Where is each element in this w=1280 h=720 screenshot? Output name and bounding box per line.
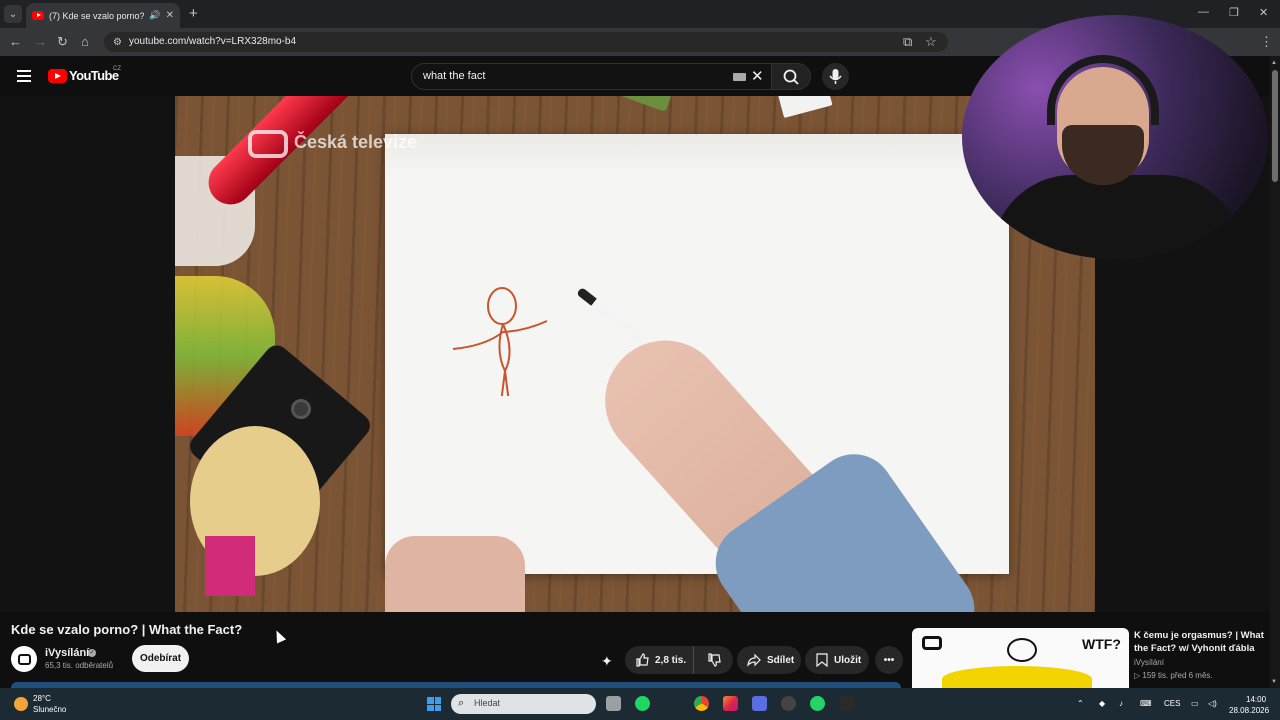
browser-tab[interactable]: (7) Kde se vzalo porno? | W 🔊 ✕ xyxy=(26,3,180,28)
thumbnail-text: WTF? xyxy=(1082,636,1121,652)
like-button[interactable]: 2,8 tis. xyxy=(625,646,693,674)
subscriber-count: 65,3 tis. odběratelů xyxy=(45,661,114,670)
bookmark-icon xyxy=(816,653,828,667)
youtube-logo-text[interactable]: YouTube xyxy=(69,68,119,83)
doodle-drawing xyxy=(1007,638,1037,662)
more-dots-icon: ••• xyxy=(883,654,895,666)
search-query[interactable]: what the fact xyxy=(423,70,485,82)
phone-camera xyxy=(291,399,311,419)
install-app-icon[interactable]: ⧉ xyxy=(903,35,912,48)
sun-icon[interactable] xyxy=(14,697,28,711)
video-frame[interactable]: Česká televize xyxy=(175,96,1095,612)
thumbnail-yellow-shape xyxy=(942,666,1092,688)
thumbs-down-icon xyxy=(707,653,721,667)
channel-name[interactable]: iVysílání xyxy=(45,647,89,659)
tray-overflow-icon[interactable]: ⌃ xyxy=(1077,699,1084,708)
site-info-icon[interactable]: ⚙ xyxy=(113,37,122,48)
dislike-button[interactable] xyxy=(693,646,733,674)
ask-ai-icon[interactable]: ✦ xyxy=(601,653,613,670)
epic-games-icon[interactable] xyxy=(840,696,855,711)
clear-search-icon[interactable]: ✕ xyxy=(751,67,764,85)
microphone-icon xyxy=(829,69,842,84)
taskbar-search[interactable] xyxy=(451,694,596,714)
tab-search-menu-icon[interactable]: ⌄ xyxy=(4,5,22,23)
streamer-body xyxy=(992,175,1242,259)
clock-time[interactable]: 14:00 xyxy=(1246,695,1266,704)
ivysilani-logo-icon xyxy=(17,653,31,665)
home-icon[interactable]: ⌂ xyxy=(81,35,89,48)
share-icon xyxy=(747,653,761,667)
browser-menu-icon[interactable]: ⋮ xyxy=(1260,35,1273,48)
recommended-meta: ▷ 159 tis. před 6 měs. xyxy=(1134,671,1213,680)
region-code: CZ xyxy=(113,66,121,72)
tab-title: (7) Kde se vzalo porno? | W xyxy=(49,10,145,21)
whatsapp-icon[interactable] xyxy=(810,696,825,711)
keyboard-icon[interactable] xyxy=(733,73,746,81)
keyboard-tray-icon[interactable]: ⌨ xyxy=(1140,699,1152,708)
webcam-overlay xyxy=(962,15,1268,259)
url-text[interactable]: youtube.com/watch?v=LRX328mo-b4 xyxy=(129,36,296,47)
close-tab-icon[interactable]: ✕ xyxy=(166,10,174,21)
share-label: Sdílet xyxy=(767,654,795,666)
subscribe-button[interactable]: Odebírat xyxy=(132,645,189,672)
headset xyxy=(1047,55,1159,125)
instagram-icon[interactable] xyxy=(723,696,738,711)
recommended-channel[interactable]: iVysílání xyxy=(1134,658,1164,667)
scrollbar-thumb[interactable] xyxy=(1272,70,1278,182)
chrome-icon[interactable] xyxy=(694,696,709,711)
task-view-icon[interactable] xyxy=(606,696,621,711)
new-tab-icon[interactable]: + xyxy=(189,6,198,21)
windows-start-icon[interactable] xyxy=(427,697,441,711)
save-disk-icon[interactable] xyxy=(752,696,767,711)
save-button[interactable]: Uložit xyxy=(805,646,869,674)
search-icon xyxy=(783,69,799,85)
like-count: 2,8 tis. xyxy=(655,654,687,666)
spotify-icon[interactable] xyxy=(635,696,650,711)
doll-dress xyxy=(205,536,255,596)
ct-logo-icon xyxy=(248,130,288,158)
video-title: Kde se vzalo porno? | What the Fact? xyxy=(11,622,243,637)
thumbs-up-icon xyxy=(636,653,649,667)
ct-logo-icon xyxy=(922,636,942,650)
bookmark-star-icon[interactable]: ☆ xyxy=(925,35,937,48)
broadcaster-watermark: Česká televize xyxy=(294,132,418,152)
forward-icon[interactable]: → xyxy=(34,35,47,48)
search-button[interactable] xyxy=(771,63,811,90)
clock-date[interactable]: 28.08.2026 xyxy=(1229,706,1269,715)
youtube-logo-icon[interactable] xyxy=(48,69,67,83)
paper-shadow xyxy=(385,134,1009,174)
save-label: Uložit xyxy=(834,654,862,666)
taskbar-search-placeholder[interactable]: Hledat xyxy=(474,698,500,708)
weather-temperature[interactable]: 28°C xyxy=(33,694,51,703)
youtube-favicon-icon xyxy=(32,11,44,20)
verified-badge-icon: ✓ xyxy=(88,649,96,657)
close-window-icon[interactable]: ✕ xyxy=(1259,6,1268,19)
recommended-video-title[interactable]: K čemu je orgasmus? | What the Fact? w/ … xyxy=(1134,629,1264,655)
voice-search-button[interactable] xyxy=(822,63,849,90)
volume-icon[interactable]: ◁) xyxy=(1208,699,1217,708)
mouse-cursor xyxy=(271,628,287,644)
more-actions-button[interactable]: ••• xyxy=(875,646,903,674)
weather-description[interactable]: Slunečno xyxy=(33,705,66,714)
share-button[interactable]: Sdílet xyxy=(737,646,801,674)
channel-avatar[interactable] xyxy=(11,646,37,672)
speaker-icon[interactable]: 🔊 xyxy=(149,10,160,21)
steam-icon[interactable] xyxy=(664,696,679,711)
hamburger-menu-icon[interactable] xyxy=(17,70,31,82)
scroll-down-icon[interactable]: ▼ xyxy=(1271,679,1277,685)
minimize-icon[interactable]: — xyxy=(1198,6,1209,18)
search-icon: ⌕ xyxy=(458,697,465,709)
restore-icon[interactable]: ❐ xyxy=(1229,6,1239,19)
recommended-video-thumbnail[interactable]: WTF? xyxy=(912,628,1129,688)
holding-fingers xyxy=(385,536,525,612)
reload-icon[interactable]: ↻ xyxy=(57,35,68,48)
back-icon[interactable]: ← xyxy=(9,35,22,48)
tray-app-icon[interactable]: ♪ xyxy=(1119,699,1123,708)
input-language[interactable]: CES xyxy=(1164,699,1180,708)
stick-figure-drawing xyxy=(452,287,548,396)
dropbox-icon[interactable]: ◆ xyxy=(1099,699,1105,708)
scroll-up-icon[interactable]: ▲ xyxy=(1271,60,1277,66)
network-icon[interactable]: ▭ xyxy=(1191,699,1199,708)
settings-icon[interactable] xyxy=(781,696,796,711)
